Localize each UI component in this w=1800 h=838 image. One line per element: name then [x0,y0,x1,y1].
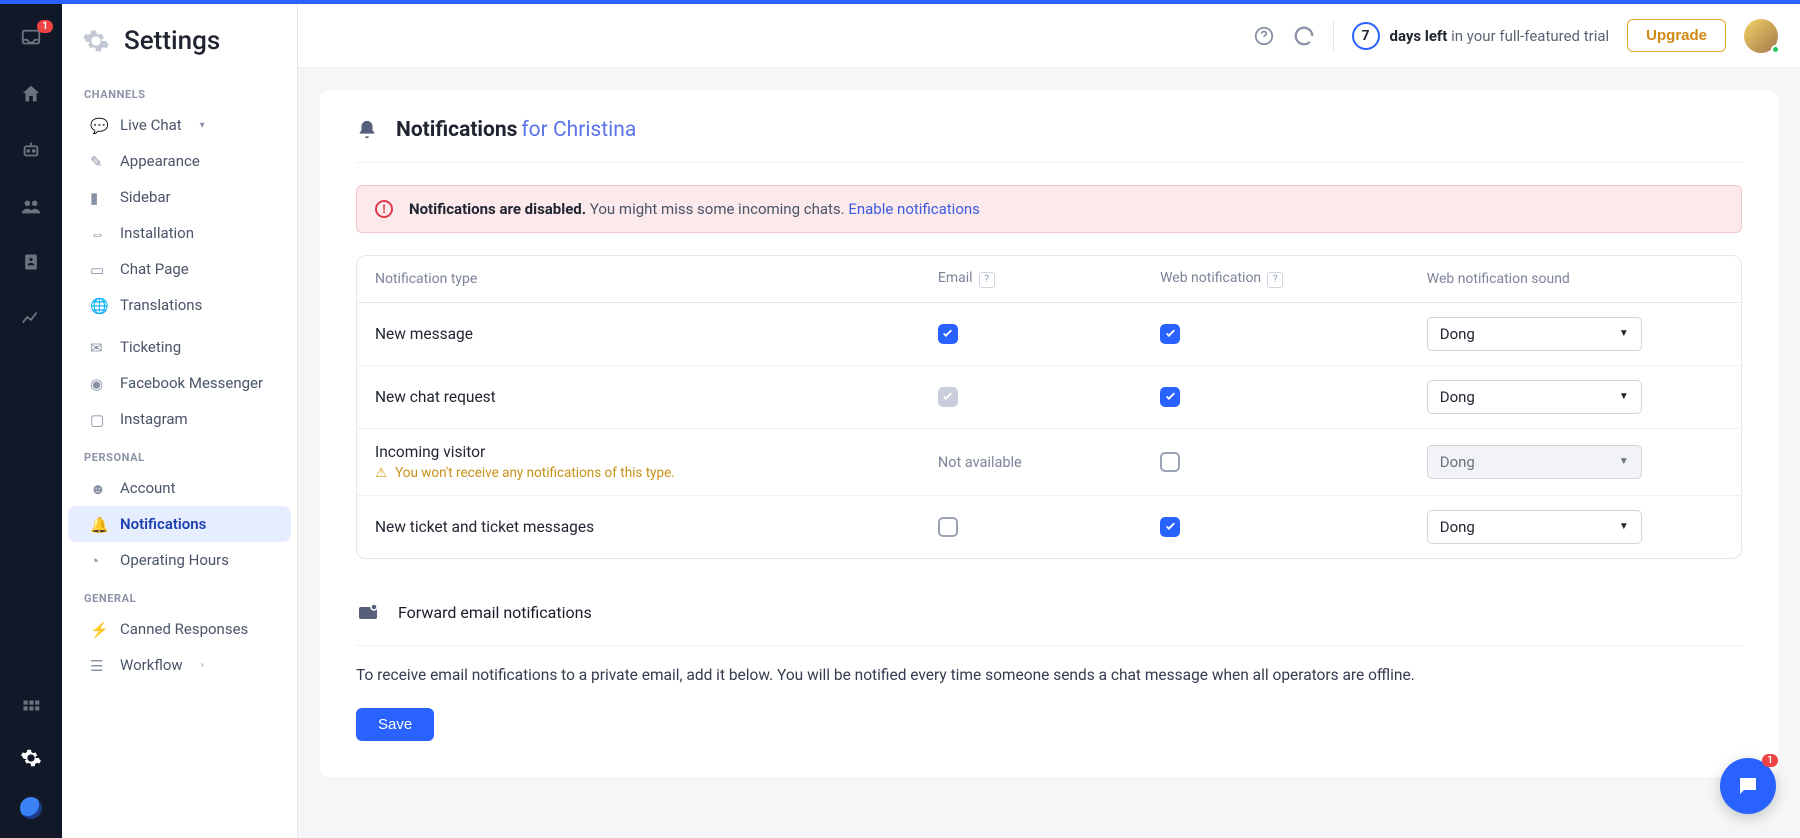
nav-chat-page[interactable]: ▭Chat Page [68,251,291,287]
top-header: 7 days left in your full-featured trial … [298,4,1800,68]
brand-rail-icon[interactable] [17,794,45,822]
section-general: GENERAL [62,578,297,611]
help-icon[interactable]: ? [979,272,995,288]
forward-icon [356,601,380,625]
layers-icon: ☰ [90,657,106,673]
checkbox[interactable] [938,517,958,537]
apps-rail-icon[interactable] [17,694,45,722]
table-row: Incoming visitor⚠You won't receive any n… [357,428,1741,495]
chevron-down-icon: ▾ [200,120,205,131]
bookmark-icon: ▮ [90,189,106,205]
bolt-icon: ⚡ [90,621,106,637]
table-row: New ticket and ticket messagesDong▼ [357,495,1741,558]
warn-icon: ⚠ [375,465,387,481]
nav-live-chat[interactable]: 💬Live Chat▾ [68,107,291,143]
enable-notifications-link[interactable]: Enable notifications [848,200,980,218]
chevron-down-icon: ▼ [1619,521,1629,532]
bell-icon [356,119,378,141]
checkbox[interactable] [938,324,958,344]
nav-workflow[interactable]: ☰Workflow› [68,647,291,683]
chat-icon: 💬 [90,117,106,133]
checkbox[interactable] [1160,452,1180,472]
nav-translations[interactable]: 🌐Translations [68,287,291,323]
gear-icon [82,27,110,55]
checkbox[interactable] [1160,324,1180,344]
help-icon[interactable]: ? [1267,272,1283,288]
col-sound: Web notification sound [1427,271,1723,287]
nav-ticketing[interactable]: ✉Ticketing [68,329,291,365]
notifications-title: Notifications [396,118,517,142]
notifications-user: for Christina [521,118,636,142]
nav-appearance[interactable]: ✎Appearance [68,143,291,179]
not-available: Not available [938,454,1022,471]
notifications-card: Notifications for Christina ! Notificati… [320,90,1778,777]
upgrade-button[interactable]: Upgrade [1627,19,1726,52]
checkbox [938,387,958,407]
bot-rail-icon[interactable] [17,136,45,164]
pencil-icon: ✎ [90,153,106,169]
bell-icon: 🔔 [90,516,106,532]
nav-operating-hours[interactable]: ◔Operating Hours [68,542,291,578]
alert-icon: ! [375,200,393,218]
chevron-down-icon: ▼ [1619,456,1629,467]
sound-select[interactable]: Dong▼ [1427,510,1642,544]
checkbox[interactable] [1160,517,1180,537]
days-left-count: 7 [1352,22,1380,50]
user-avatar[interactable] [1744,19,1778,53]
inbox-badge: 1 [37,20,53,33]
nav-sidebar[interactable]: ▮Sidebar [68,179,291,215]
nav-notifications[interactable]: 🔔Notifications [68,506,291,542]
mail-icon: ✉ [90,339,106,355]
contacts-rail-icon[interactable] [17,248,45,276]
inbox-rail-icon[interactable]: 1 [17,24,45,52]
notification-table: Notification type Email? Web notificatio… [356,255,1742,559]
messenger-icon: ◉ [90,375,106,391]
nav-account[interactable]: ☻Account [68,470,291,506]
link-icon: ⇔ [90,225,106,241]
sound-select[interactable]: Dong▼ [1427,317,1642,351]
nav-canned[interactable]: ⚡Canned Responses [68,611,291,647]
section-channels: CHANNELS [62,74,297,107]
trial-status: 7 days left in your full-featured trial [1352,22,1610,50]
clock-icon: ◔ [90,552,106,568]
col-email: Email? [938,270,1160,288]
save-button[interactable]: Save [356,708,434,741]
refresh-icon[interactable] [1293,25,1315,47]
settings-sidebar: Settings CHANNELS 💬Live Chat▾ ✎Appearanc… [62,4,298,838]
table-row: New messageDong▼ [357,303,1741,365]
instagram-icon: ▢ [90,411,106,427]
nav-fb-messenger[interactable]: ◉Facebook Messenger [68,365,291,401]
forward-title: Forward email notifications [398,603,592,622]
chevron-down-icon: ▼ [1619,328,1629,339]
checkbox[interactable] [1160,387,1180,407]
fab-badge: 1 [1762,754,1778,767]
col-web: Web notification? [1160,270,1427,288]
page-title: Settings [124,26,220,56]
help-icon[interactable] [1253,25,1275,47]
globe-icon: 🌐 [90,297,106,313]
analytics-rail-icon[interactable] [17,304,45,332]
table-row: New chat requestDong▼ [357,365,1741,428]
laptop-icon: ▭ [90,261,106,277]
home-rail-icon[interactable] [17,80,45,108]
chat-fab[interactable]: 1 [1720,758,1776,814]
chevron-right-icon: › [201,660,204,671]
nav-instagram[interactable]: ▢Instagram [68,401,291,437]
forward-description: To receive email notifications to a priv… [356,666,1742,684]
col-type: Notification type [375,271,938,287]
people-rail-icon[interactable] [17,192,45,220]
settings-rail-icon[interactable] [17,744,45,772]
sound-select: Dong▼ [1427,445,1642,479]
nav-installation[interactable]: ⇔Installation [68,215,291,251]
icon-rail: 1 [0,4,62,838]
person-icon: ☻ [90,480,106,496]
sound-select[interactable]: Dong▼ [1427,380,1642,414]
status-dot [1771,45,1780,54]
section-personal: PERSONAL [62,437,297,470]
disabled-alert: ! Notifications are disabled. You might … [356,185,1742,233]
chevron-down-icon: ▼ [1619,391,1629,402]
divider [1333,21,1334,51]
